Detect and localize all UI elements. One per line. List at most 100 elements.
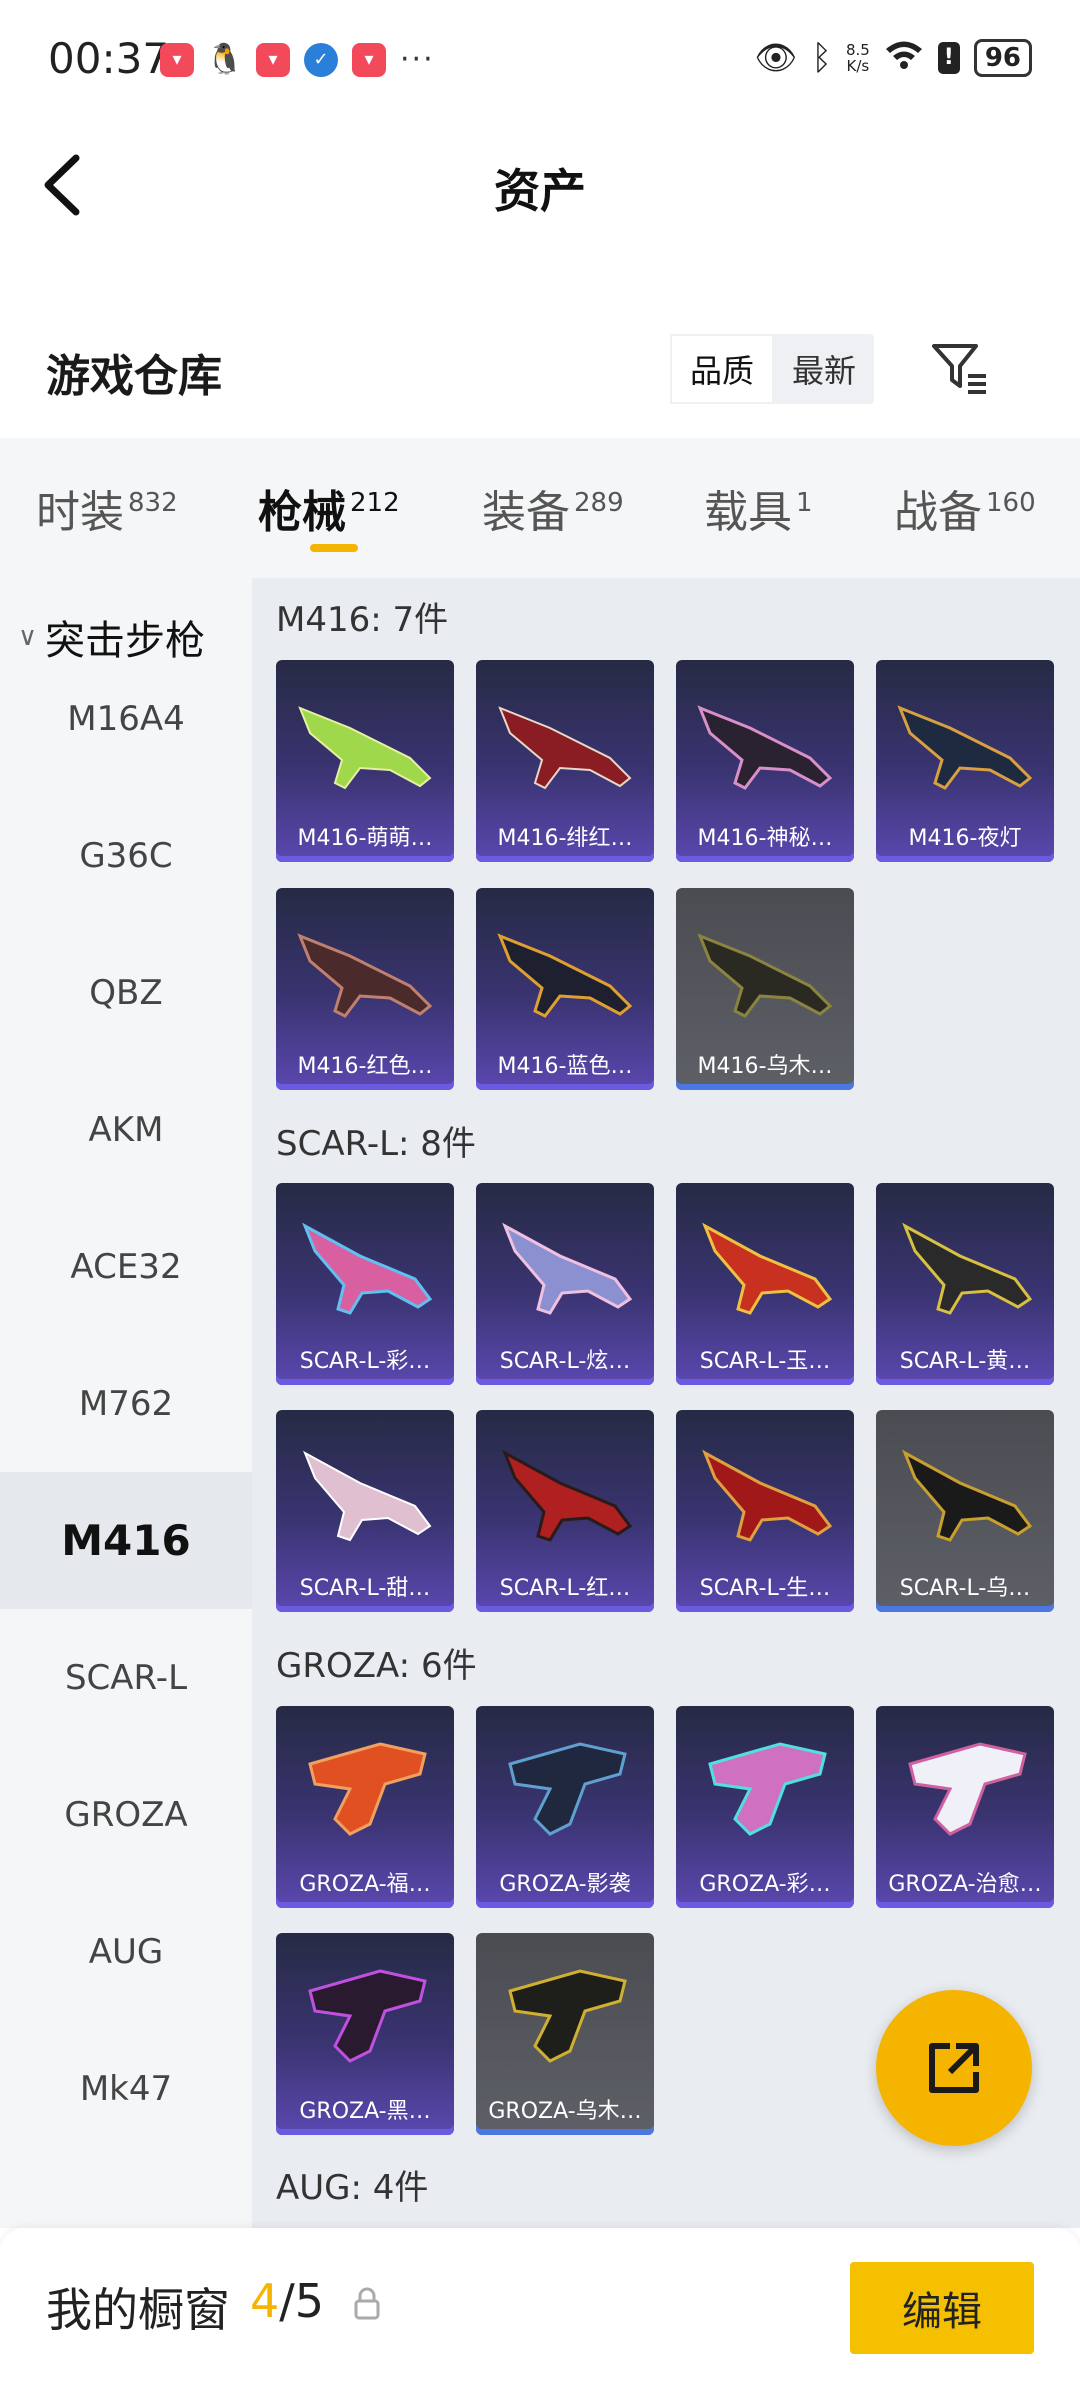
sidebar-item-scar-l[interactable]: SCAR-L [0,1609,252,1746]
rifle-icon [298,706,432,790]
sidebar-item-aug[interactable]: AUG [0,1883,252,2020]
weapon-card[interactable]: GROZA-彩… [676,1706,854,1908]
rifle-icon [702,1449,833,1542]
sidebar-item-ace32[interactable]: ACE32 [0,1198,252,1335]
rifle-icon [697,705,833,790]
showcase-label: 我的橱窗 [46,2283,230,2337]
qq-penguin-icon: 🐧 [206,42,244,77]
weapon-card[interactable]: M416-绯红… [476,660,654,862]
weapon-card[interactable]: SCAR-L-红… [476,1410,654,1612]
weapon-name: SCAR-L-乌… [899,1576,1031,1601]
bullpup-rifle-icon [308,1969,427,2063]
showcase-bar: 我的橱窗 4/5 编辑 [0,2228,1080,2382]
tab-fashion[interactable]: 时装 832 [36,476,178,540]
sidebar-item-akm[interactable]: AKM [0,1061,252,1198]
weapon-name: M416-绯红… [497,826,633,851]
sidebar-item-m762[interactable]: M762 [0,1335,252,1472]
eye-icon: 👁 [754,38,798,78]
shopping-app-icon: ▾ [256,42,290,77]
tab-firearms[interactable]: 枪械 212 [258,476,400,540]
rifle-icon [497,933,633,1018]
status-time: 00:37 [48,34,170,83]
tab-combat-gear[interactable]: 战备 160 [894,476,1036,540]
chevron-down-icon: ∨ [18,622,38,652]
sidebar-item-m16a4[interactable]: M16A4 [0,650,252,787]
weapon-card[interactable]: GROZA-乌木… [476,1933,654,2135]
weapon-name: GROZA-彩… [699,1872,831,1897]
bullpup-rifle-icon [308,1742,427,1836]
bullpup-rifle-icon [908,1742,1027,1836]
weapon-name: M416-神秘… [697,826,833,851]
bluetooth-icon: ᛒ [811,38,832,78]
group-label-groza: GROZA: 6件 [276,1646,477,1686]
weapon-name: GROZA-福… [299,1872,431,1897]
weapon-card[interactable]: M416-萌萌… [276,660,454,862]
rifle-icon [502,1449,633,1542]
weapon-name: M416-蓝色… [497,1054,633,1079]
rifle-icon [902,1449,1033,1542]
tab-equipment[interactable]: 装备 289 [482,476,624,540]
weapon-card[interactable]: SCAR-L-生… [676,1410,854,1612]
weapon-card[interactable]: M416-神秘… [676,660,854,862]
active-tab-indicator [310,544,358,552]
weapon-name: SCAR-L-生… [699,1576,831,1601]
weapon-name: GROZA-影袭 [499,1872,631,1897]
sidebar-item-mk47[interactable]: Mk47 [0,2020,252,2157]
weapon-card[interactable]: SCAR-L-甜… [276,1410,454,1612]
showcase-count: 4/5 [250,2274,325,2328]
shopping-app-icon: ▾ [160,42,194,77]
weapon-card[interactable]: M416-夜灯 [876,660,1054,862]
sidebar-item-m416[interactable]: M416 [0,1472,252,1609]
weapon-card[interactable]: SCAR-L-乌… [876,1410,1054,1612]
weapon-name: SCAR-L-彩… [299,1349,431,1374]
weapon-card[interactable]: SCAR-L-玉… [676,1183,854,1385]
filter-icon[interactable] [930,340,990,396]
weapon-name: SCAR-L-黄… [899,1349,1031,1374]
weapon-name: GROZA-黑… [299,2099,431,2124]
weapon-name: GROZA-乌木… [488,2099,642,2124]
weapon-card[interactable]: SCAR-L-炫… [476,1183,654,1385]
weapon-card[interactable]: M416-红色… [276,888,454,1090]
weapon-card[interactable]: M416-乌木… [676,888,854,1090]
weapon-card[interactable]: SCAR-L-彩… [276,1183,454,1385]
share-button[interactable] [876,1990,1032,2146]
weapon-card[interactable]: M416-蓝色… [476,888,654,1090]
weapon-type-sidebar: ∨ 突击步枪 M16A4 G36C QBZ AKM ACE32 M762 M41… [0,578,252,2228]
rifle-icon [303,1450,432,1542]
sort-toggle: 品质 最新 [670,334,874,404]
sidebar-item-groza[interactable]: GROZA [0,1746,252,1883]
weapon-card[interactable]: GROZA-福… [276,1706,454,1908]
weapon-grid: M416: 7件 M416-萌萌… M416-绯红… M416-神秘… M416… [252,578,1080,2228]
weapon-name: M416-乌木… [697,1054,833,1079]
weapon-card[interactable]: GROZA-治愈… [876,1706,1054,1908]
sort-by-quality-button[interactable]: 品质 [670,334,774,404]
rifle-icon [697,933,833,1018]
weapon-card[interactable]: GROZA-影袭 [476,1706,654,1908]
weapon-name: GROZA-治愈… [888,1872,1042,1897]
rifle-icon [702,1222,833,1315]
network-speed: 8.5 K/s [845,41,870,75]
weapon-name: M416-红色… [297,1054,433,1079]
alert-icon: ! [937,42,960,74]
weapon-name: SCAR-L-玉… [699,1349,831,1374]
weapon-card[interactable]: SCAR-L-黄… [876,1183,1054,1385]
rifle-icon [498,706,632,790]
bullpup-rifle-icon [508,1969,627,2063]
weapon-card[interactable]: GROZA-黑… [276,1933,454,2135]
tab-vehicles[interactable]: 载具 1 [704,476,813,540]
sidebar-item-qbz[interactable]: QBZ [0,924,252,1061]
system-status: 👁 ᛒ 8.5 K/s ! 96 [754,38,1032,78]
category-tabs: 时装 832 枪械 212 装备 289 载具 1 战备 160 [0,438,1080,578]
edit-button[interactable]: 编辑 [850,2262,1034,2354]
group-label-m416: M416: 7件 [276,600,449,640]
status-bar: 00:37 ▾ 🐧 ▾ ✓ ▾ ··· 👁 ᛒ 8.5 K/s ! 96 [0,0,1080,125]
weapon-name: SCAR-L-甜… [299,1576,431,1601]
wifi-icon [884,38,924,78]
weapon-name: M416-夜灯 [908,826,1022,851]
shopping-app-icon: ▾ [352,42,386,77]
weapon-name: M416-萌萌… [297,826,433,851]
weapon-name: SCAR-L-炫… [499,1349,631,1374]
sidebar-item-g36c[interactable]: G36C [0,787,252,924]
rifle-icon [297,933,433,1018]
sort-by-newest-button[interactable]: 最新 [774,334,874,404]
